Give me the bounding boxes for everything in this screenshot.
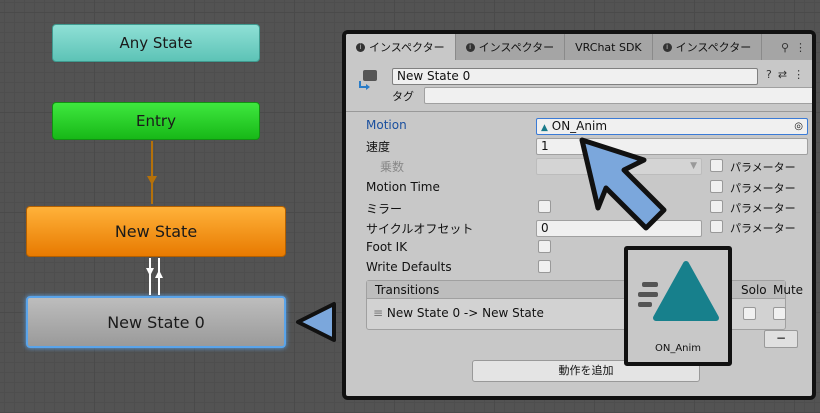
tab-label: VRChat SDK xyxy=(575,40,642,54)
motion-time-label: Motion Time xyxy=(366,180,440,194)
motion-clip-icon: ▲ xyxy=(541,123,548,133)
mirror-checkbox[interactable] xyxy=(538,200,551,213)
transitions-title: Transitions xyxy=(375,283,440,297)
transition-name: New State 0 -> New State xyxy=(386,306,544,320)
mute-header: Mute xyxy=(773,283,804,297)
animation-clip-preview: ON_Anim xyxy=(624,246,732,366)
mirror-label: ミラー xyxy=(366,202,403,216)
tab-label: インスペクター xyxy=(675,41,752,54)
motion-time-param-label: パラメーター xyxy=(730,182,796,195)
pointer-triangle-icon xyxy=(296,302,336,342)
chevron-down-icon: ▼ xyxy=(690,161,697,171)
tab-bar: i インスペクター i インスペクター VRChat SDK i インスペクター ⚲ … xyxy=(346,34,812,60)
animator-graph[interactable]: Any State Entry New State New State 0 xyxy=(0,0,340,413)
mirror-param-checkbox[interactable] xyxy=(710,200,723,213)
lock-icon[interactable]: ⚲ xyxy=(781,41,789,54)
speed-input[interactable]: 1 xyxy=(536,138,808,155)
tag-label: タグ xyxy=(392,90,414,103)
state-name-input[interactable]: New State 0 xyxy=(392,68,758,85)
foot-ik-checkbox[interactable] xyxy=(538,240,551,253)
inspector-panel: i インスペクター i インスペクター VRChat SDK i インスペクター ⚲ … xyxy=(342,30,816,400)
cycle-offset-label: サイクルオフセット xyxy=(366,222,474,236)
solo-header: Solo xyxy=(741,283,767,297)
tab-inspector-2[interactable]: i インスペクター xyxy=(456,34,566,60)
foot-ik-label: Foot IK xyxy=(366,240,408,254)
transition-down-arrow xyxy=(146,268,154,276)
object-picker-icon[interactable]: ◎ xyxy=(794,119,803,134)
more-options-icon[interactable]: ⋮ xyxy=(795,41,806,54)
speed-label: 速度 xyxy=(366,140,391,154)
drag-handle-icon[interactable]: ≡ xyxy=(373,306,383,320)
preset-icon[interactable]: ⇄ xyxy=(778,68,787,81)
tab-label: インスペクター xyxy=(478,41,555,54)
mirror-param-label: パラメーター xyxy=(730,202,796,215)
info-icon: i xyxy=(465,42,475,52)
multiplier-param-checkbox[interactable] xyxy=(710,159,723,172)
write-defaults-checkbox[interactable] xyxy=(538,260,551,273)
entry-transition-arrow xyxy=(147,176,157,185)
info-icon: i xyxy=(662,42,672,52)
mute-checkbox[interactable] xyxy=(773,307,786,320)
motion-time-param-checkbox[interactable] xyxy=(710,180,723,193)
transition-up-arrow xyxy=(155,270,163,278)
header-icons: ? ⇄ ⋮ xyxy=(766,68,804,81)
tab-tools: ⚲ ⋮ xyxy=(781,34,812,60)
cycle-offset-param-checkbox[interactable] xyxy=(710,220,723,233)
motion-label: Motion xyxy=(366,118,407,132)
multiplier-param-label: パラメーター xyxy=(730,161,796,174)
animation-clip-label: ON_Anim xyxy=(654,343,702,354)
cycle-offset-param-label: パラメーター xyxy=(730,222,796,235)
more-icon[interactable]: ⋮ xyxy=(793,68,804,81)
animator-state-icon xyxy=(359,70,377,90)
tab-label: インスペクター xyxy=(369,41,445,54)
cycle-offset-input[interactable]: 0 xyxy=(536,220,702,237)
tag-input[interactable] xyxy=(424,87,812,104)
tab-vrchat-sdk[interactable]: VRChat SDK xyxy=(565,34,653,60)
solo-checkbox[interactable] xyxy=(743,307,756,320)
help-icon[interactable]: ? xyxy=(766,68,772,81)
motion-field[interactable]: ▲ ON_Anim ◎ xyxy=(536,118,808,135)
animation-clip-icon xyxy=(638,261,719,321)
multiplier-dropdown: ▼ xyxy=(536,158,702,175)
remove-transition-button[interactable]: − xyxy=(764,330,798,348)
graph-transitions xyxy=(146,141,336,342)
multiplier-label: 乗数 xyxy=(380,160,405,174)
tab-inspector-3[interactable]: i インスペクター xyxy=(653,34,763,60)
motion-value: ON_Anim xyxy=(551,119,608,133)
write-defaults-label: Write Defaults xyxy=(366,260,452,274)
info-icon: i xyxy=(356,42,365,52)
tab-inspector-1[interactable]: i インスペクター xyxy=(346,34,456,60)
